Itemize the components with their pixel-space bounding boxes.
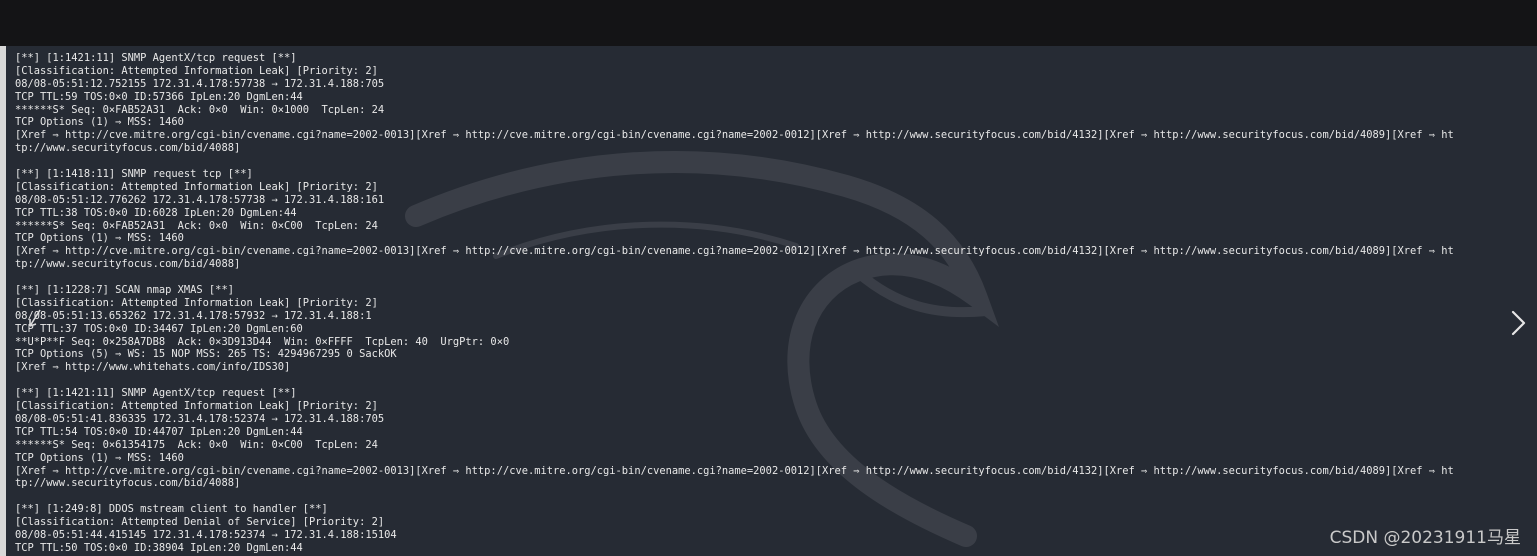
terminal-line: [**] [1:1421:11] SNMP AgentX/tcp request… [15, 387, 297, 400]
terminal-line: [**] [1:249:8] DDOS mstream client to ha… [15, 503, 328, 516]
terminal-line: [Classification: Attempted Denial of Ser… [15, 516, 385, 529]
terminal-line: [Classification: Attempted Information L… [15, 296, 378, 309]
terminal-line: ******S* Seq: 0×FAB52A31 Ack: 0×0 Win: 0… [15, 103, 385, 116]
terminal-line: TCP TTL:50 TOS:0×0 ID:38904 IpLen:20 Dgm… [15, 541, 303, 554]
terminal-line: TCP Options (1) ⇒ MSS: 1460 [15, 116, 184, 129]
terminal-line: TCP TTL:59 TOS:0×0 ID:57366 IpLen:20 Dgm… [15, 90, 303, 103]
terminal-line: 08/08-05:51:13.653262 172.31.4.178:57932… [15, 309, 372, 322]
top-bar [0, 0, 1537, 46]
terminal-line: **U*P**F Seq: 0×258A7DB8 Ack: 0×3D913D44… [15, 335, 510, 348]
terminal-line: ******S* Seq: 0×61354175 Ack: 0×0 Win: 0… [15, 438, 378, 451]
terminal-line: tp://www.securityfocus.com/bid/4088] [15, 258, 241, 271]
terminal-line: [Xref ⇒ http://cve.mitre.org/cgi-bin/cve… [15, 245, 1454, 258]
terminal-line: TCP Options (1) ⇒ MSS: 1460 [15, 451, 184, 464]
screenshot-page: [**] [1:1421:11] SNMP AgentX/tcp request… [0, 0, 1537, 556]
terminal-line: [**] [1:1228:7] SCAN nmap XMAS [**] [15, 284, 234, 297]
terminal-line: [Classification: Attempted Information L… [15, 64, 378, 77]
terminal-line: tp://www.securityfocus.com/bid/4088] [15, 142, 241, 155]
terminal-line: 08/08-05:51:41.836335 172.31.4.178:52374… [15, 412, 385, 425]
terminal-line: [Xref ⇒ http://www.whitehats.com/info/ID… [15, 361, 291, 374]
terminal-line: 08/08-05:51:44.415145 172.31.4.178:52374… [15, 528, 397, 541]
terminal-line: TCP Options (1) ⇒ MSS: 1460 [15, 232, 184, 245]
terminal-line: [Xref ⇒ http://cve.mitre.org/cgi-bin/cve… [15, 464, 1454, 477]
mouse-cursor-icon [29, 309, 41, 327]
terminal-line: [Classification: Attempted Information L… [15, 400, 378, 413]
terminal-line: [Xref ⇒ http://cve.mitre.org/cgi-bin/cve… [15, 129, 1454, 142]
csdn-watermark: CSDN @20231911马星 [1329, 528, 1521, 548]
terminal-output: [**] [1:1421:11] SNMP AgentX/tcp request… [15, 52, 1535, 555]
terminal-line: TCP TTL:38 TOS:0×0 ID:6028 IpLen:20 DgmL… [15, 206, 297, 219]
terminal-line: 08/08-05:51:12.752155 172.31.4.178:57738… [15, 77, 385, 90]
terminal-window[interactable]: [**] [1:1421:11] SNMP AgentX/tcp request… [6, 46, 1537, 556]
terminal-line: tp://www.securityfocus.com/bid/4088] [15, 477, 241, 490]
terminal-line: TCP TTL:54 TOS:0×0 ID:44707 IpLen:20 Dgm… [15, 425, 303, 438]
terminal-line: 08/08-05:51:12.776262 172.31.4.178:57738… [15, 193, 385, 206]
terminal-line: TCP TTL:37 TOS:0×0 ID:34467 IpLen:20 Dgm… [15, 322, 303, 335]
terminal-line: [**] [1:1418:11] SNMP request tcp [**] [15, 168, 253, 181]
terminal-line: TCP Options (5) ⇒ WS: 15 NOP MSS: 265 TS… [15, 348, 397, 361]
terminal-line: [**] [1:1421:11] SNMP AgentX/tcp request… [15, 52, 297, 64]
terminal-line: ******S* Seq: 0×FAB52A31 Ack: 0×0 Win: 0… [15, 219, 378, 232]
chevron-right-icon[interactable] [1507, 308, 1529, 338]
terminal-line: [Classification: Attempted Information L… [15, 180, 378, 193]
